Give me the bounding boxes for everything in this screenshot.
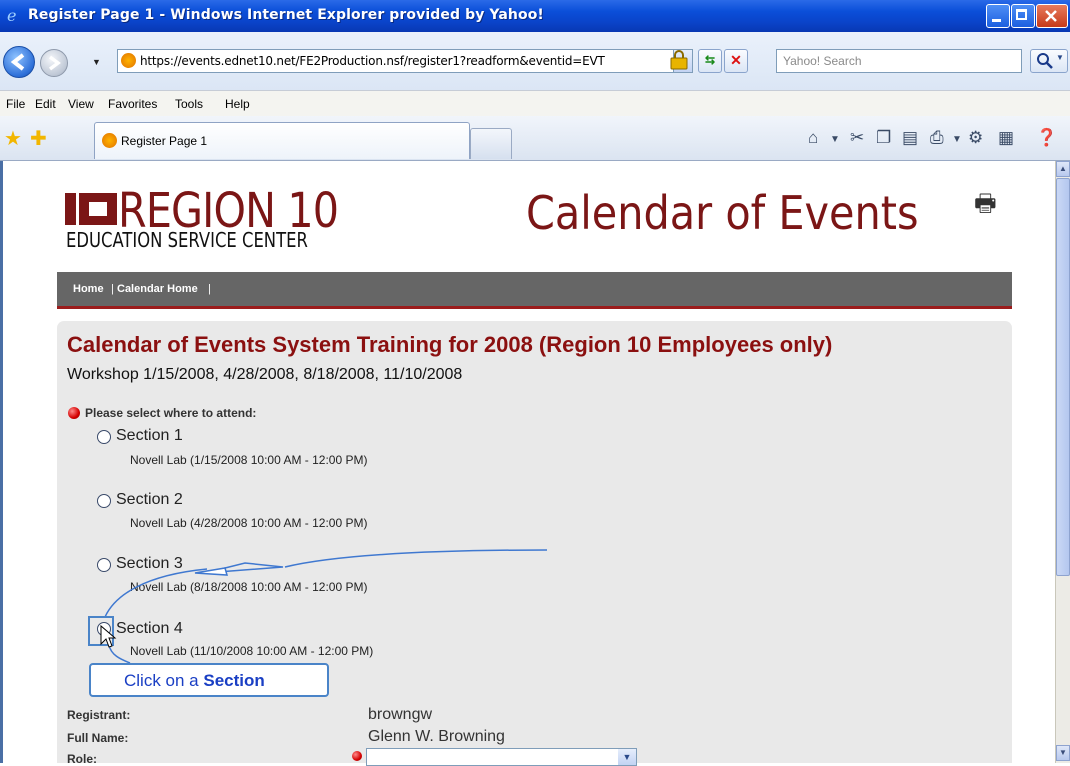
copy-icon[interactable]: ❐ (876, 128, 891, 148)
favorites-star-icon[interactable]: ★ (4, 126, 22, 151)
logo-subtitle: EDUCATION SERVICE CENTER (66, 228, 308, 252)
fullname-label: Full Name: (67, 731, 129, 745)
scroll-up-icon[interactable]: ▲ (1056, 161, 1070, 177)
search-icon (1037, 53, 1053, 69)
tab-label: Register Page 1 (121, 134, 208, 148)
section-2-label[interactable]: Section 2 (116, 491, 183, 509)
menu-help[interactable]: Help (225, 97, 250, 111)
search-input[interactable]: Yahoo! Search (776, 49, 1022, 73)
back-button[interactable] (3, 46, 35, 78)
role-label: Role: (67, 752, 97, 766)
callout-text: Click on a Section (124, 671, 265, 691)
registrant-value: browngw (368, 706, 433, 723)
minimize-button[interactable] (986, 4, 1010, 28)
section-2-detail: Novell Lab (4/28/2008 10:00 AM - 12:00 P… (130, 516, 368, 530)
section-1-radio[interactable] (97, 430, 111, 444)
forward-button[interactable] (40, 49, 68, 77)
search-button[interactable]: ▼ (1030, 49, 1068, 73)
callout-emphasis: Section (203, 671, 265, 690)
url-text[interactable]: https://events.ednet10.net/FE2Production… (140, 54, 605, 68)
home-dropdown-icon[interactable]: ▼ (830, 134, 840, 145)
menu-bar (0, 90, 1070, 118)
select-prompt: Please select where to attend: (85, 406, 257, 420)
window-title-bar[interactable]: e Register Page 1 - Windows Internet Exp… (0, 0, 1070, 32)
window-title: Register Page 1 - Windows Internet Explo… (28, 7, 544, 23)
page-settings-icon[interactable]: ⚙ (968, 128, 983, 148)
fullname-value: Glenn W. Browning (368, 728, 505, 745)
annotation-arrow (104, 549, 548, 664)
back-arrow-icon (10, 53, 25, 71)
svg-text:e: e (7, 7, 16, 23)
required-icon (68, 407, 80, 419)
tab-favicon-icon (102, 133, 117, 148)
scroll-down-icon[interactable]: ▼ (1056, 745, 1070, 761)
print-icon[interactable]: ⎙ (930, 128, 944, 148)
new-tab-button[interactable] (470, 128, 512, 159)
site-nav-bar (57, 272, 1012, 309)
page-menu-icon[interactable]: ▦ (998, 128, 1014, 148)
menu-view[interactable]: View (68, 97, 94, 111)
cut-icon[interactable]: ✂ (850, 128, 864, 148)
workshop-dates: Workshop 1/15/2008, 4/28/2008, 8/18/2008… (67, 366, 463, 383)
callout-prefix: Click on a (124, 671, 204, 690)
help-icon[interactable]: ❓ (1036, 128, 1057, 148)
nav-home-link[interactable]: Home (73, 283, 104, 295)
nav-calendar-home-link[interactable]: Calendar Home (117, 283, 198, 295)
forward-arrow-icon (48, 55, 61, 71)
address-bar[interactable]: https://events.ednet10.net/FE2Production… (117, 49, 693, 73)
mouse-cursor-icon (100, 624, 117, 648)
refresh-icon: ⇆ (704, 53, 716, 67)
printer-icon[interactable]: 🖶 (974, 186, 997, 227)
lock-icon[interactable] (667, 50, 691, 70)
internet-explorer-icon: e (7, 7, 16, 23)
search-options-icon[interactable]: ▼ (1056, 53, 1064, 62)
search-placeholder: Yahoo! Search (783, 54, 862, 68)
print-dropdown-icon[interactable]: ▼ (952, 134, 962, 145)
scroll-thumb[interactable] (1056, 178, 1070, 576)
vertical-scrollbar[interactable]: ▲ ▼ (1055, 161, 1070, 763)
menu-edit[interactable]: Edit (35, 97, 56, 111)
registrant-label: Registrant: (67, 708, 131, 722)
stop-button[interactable]: ✕ (724, 49, 748, 73)
nav-separator: | (208, 283, 211, 295)
menu-tools[interactable]: Tools (175, 97, 203, 111)
site-title: Calendar of Events (526, 186, 919, 240)
site-favicon-icon (121, 53, 136, 68)
event-title: Calendar of Events System Training for 2… (67, 332, 833, 357)
role-select[interactable]: ▼ (366, 748, 637, 766)
add-favorites-icon[interactable]: ✚ (30, 126, 47, 151)
close-icon (1045, 10, 1057, 22)
menu-file[interactable]: File (6, 97, 25, 111)
home-icon[interactable]: ⌂ (808, 128, 818, 148)
refresh-button[interactable]: ⇆ (698, 49, 722, 73)
paste-icon[interactable]: ▤ (902, 128, 918, 148)
section-2-radio[interactable] (97, 494, 111, 508)
instruction-callout: Click on a Section (89, 663, 329, 697)
region10-logo-icon (65, 193, 117, 225)
tab-register-page[interactable]: Register Page 1 (94, 122, 470, 159)
stop-icon: ✕ (730, 52, 742, 68)
close-window-button[interactable] (1036, 4, 1068, 28)
history-dropdown-icon[interactable]: ▼ (92, 57, 101, 67)
nav-separator: | (111, 283, 114, 295)
required-icon (352, 751, 362, 761)
maximize-button[interactable] (1011, 4, 1035, 28)
section-1-label[interactable]: Section 1 (116, 427, 183, 445)
menu-favorites[interactable]: Favorites (108, 97, 157, 111)
section-1-detail: Novell Lab (1/15/2008 10:00 AM - 12:00 P… (130, 453, 368, 467)
